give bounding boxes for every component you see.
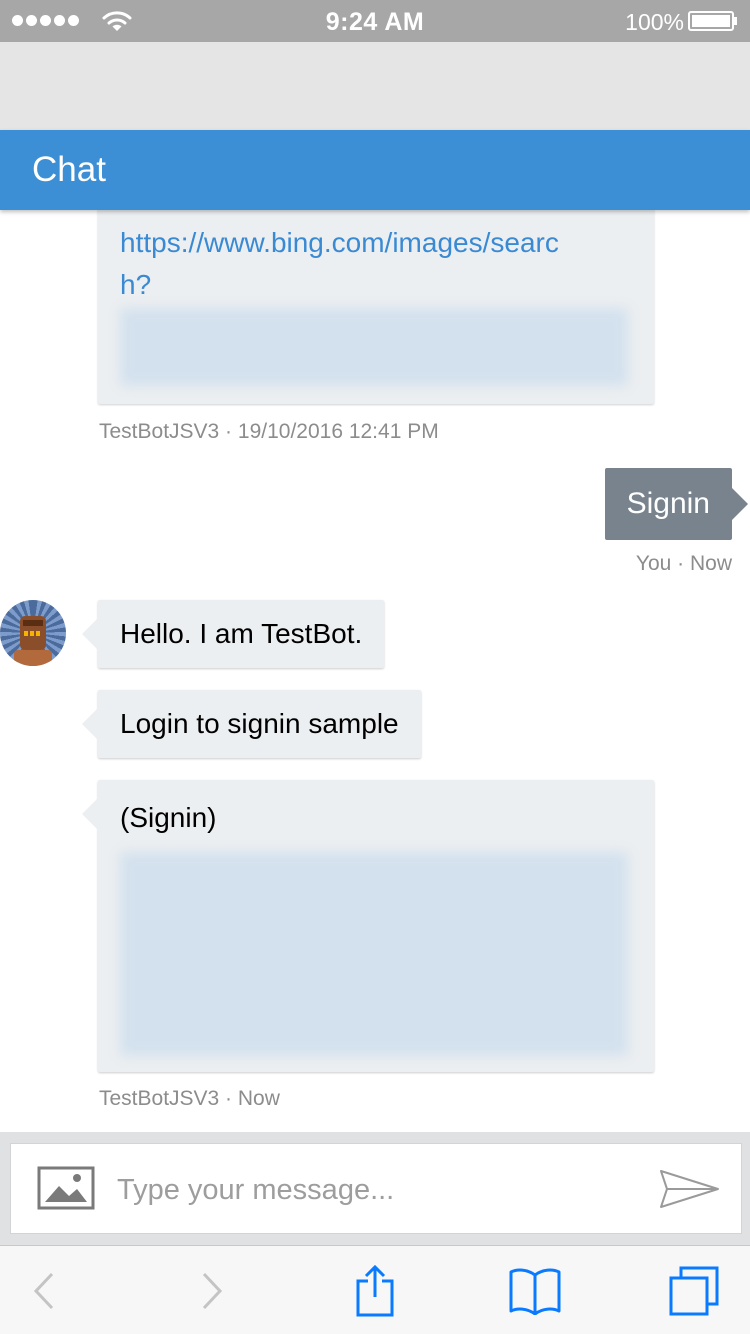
message-list[interactable]: https://www.bing.com/images/searc h? Tes… bbox=[0, 210, 750, 1132]
card-image bbox=[120, 308, 628, 386]
signin-card: (Signin) bbox=[82, 780, 654, 1072]
back-icon bbox=[33, 1272, 54, 1309]
battery-percentage: 100% bbox=[625, 9, 684, 35]
card-link-continued[interactable]: h? bbox=[120, 264, 151, 306]
message-timestamp: TestBotJSV3 · 19/10/2016 12:41 PM bbox=[99, 420, 439, 443]
share-button[interactable] bbox=[350, 1246, 400, 1334]
browser-toolbar bbox=[0, 1245, 750, 1334]
page-title: Chat bbox=[32, 150, 106, 189]
outgoing-message: Signin bbox=[604, 468, 749, 540]
card-link[interactable]: https://www.bing.com/images/searc bbox=[120, 222, 559, 264]
incoming-message: Login to signin sample bbox=[82, 690, 421, 758]
tabs-icon bbox=[669, 1266, 719, 1315]
outgoing-message-text: Signin bbox=[626, 487, 710, 520]
incoming-message: Hello. I am TestBot. bbox=[81, 600, 385, 668]
hero-card: https://www.bing.com/images/searc h? bbox=[98, 210, 654, 404]
incoming-message-text: Login to signin sample bbox=[120, 708, 399, 739]
bot-avatar bbox=[0, 600, 66, 666]
battery-icon bbox=[688, 11, 737, 31]
message-input[interactable] bbox=[117, 1164, 637, 1216]
forward-button[interactable] bbox=[190, 1246, 234, 1334]
back-button[interactable] bbox=[22, 1246, 66, 1334]
send-icon[interactable] bbox=[659, 1168, 721, 1210]
forward-icon bbox=[202, 1272, 223, 1309]
outgoing-timestamp: You · Now bbox=[635, 552, 732, 575]
bookmarks-button[interactable] bbox=[506, 1246, 564, 1334]
status-bar: 9:24 AM 100% bbox=[0, 0, 750, 42]
share-icon bbox=[356, 1264, 394, 1316]
chat-header: Chat bbox=[0, 130, 750, 210]
browser-address-area bbox=[0, 42, 750, 130]
message-timestamp: TestBotJSV3 · Now bbox=[99, 1087, 280, 1110]
bookmarks-icon bbox=[509, 1268, 561, 1315]
incoming-message-text: Hello. I am TestBot. bbox=[120, 618, 363, 649]
signin-card-title: (Signin) bbox=[120, 802, 217, 833]
app-screen: 9:24 AM 100% Chat https://www.bing.com/i… bbox=[0, 0, 750, 1334]
message-composer bbox=[10, 1143, 742, 1234]
signin-card-content[interactable] bbox=[120, 852, 628, 1056]
robot-icon bbox=[14, 616, 52, 666]
image-icon[interactable] bbox=[37, 1166, 95, 1210]
tabs-button[interactable] bbox=[664, 1246, 724, 1334]
